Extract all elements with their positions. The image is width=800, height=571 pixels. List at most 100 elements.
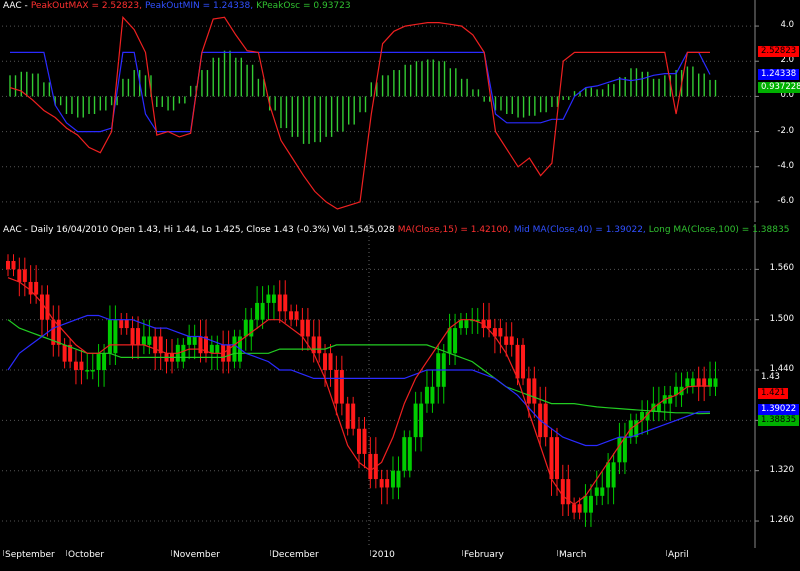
candle-body: [255, 302, 260, 320]
candle-body: [136, 328, 141, 345]
candle-body: [617, 437, 622, 463]
candle-body: [85, 370, 90, 372]
candle-body: [102, 353, 107, 371]
candle-body: [17, 269, 22, 282]
candle-body: [368, 453, 373, 480]
value-tag: 2.52823: [758, 46, 800, 58]
candle-body: [328, 353, 333, 371]
candle-body: [713, 378, 718, 387]
kpeak-label: KPeakOsc = 0.93723: [256, 1, 351, 11]
candle-body: [509, 336, 514, 345]
candle-body: [577, 504, 582, 513]
candle-body: [215, 344, 220, 354]
candle-body: [583, 495, 588, 513]
candle-body: [271, 294, 276, 303]
candle-body: [147, 336, 152, 345]
candle-body: [611, 462, 616, 488]
candle-body: [39, 294, 44, 320]
candle-body: [226, 344, 231, 362]
candle-body: [498, 328, 503, 337]
candle-body: [289, 311, 294, 320]
candle-body: [6, 260, 10, 270]
candle-body: [277, 294, 282, 312]
value-tag: 1.421: [758, 387, 789, 399]
candle-body: [192, 336, 197, 345]
candle-body: [532, 378, 537, 404]
price-chart: [2, 224, 759, 548]
peak-max-line: [9, 15, 710, 210]
candle-body: [73, 361, 78, 371]
candle-body: [357, 428, 361, 454]
y-tick-label: 1.320: [769, 464, 794, 475]
ma-long-label: Long MA(Close,100) = 1.38835: [648, 225, 790, 235]
x-tick-label: February: [464, 550, 504, 560]
candle-body: [181, 344, 186, 362]
candle-body: [402, 437, 407, 471]
x-axis-labels: September October November December 2010 Febr…: [0, 550, 800, 571]
candle-body: [351, 403, 356, 429]
x-tick-label: 2010: [372, 550, 395, 560]
y-tick-label: 1.260: [769, 515, 794, 526]
x-tick-label: November: [173, 550, 220, 560]
ma-long-line: [7, 319, 711, 415]
y-tick-label: -4.0: [777, 160, 794, 171]
candle-body: [260, 302, 265, 320]
candle-body: [243, 319, 248, 337]
candle-body: [153, 336, 158, 354]
price-header: AAC - Daily 16/04/2010 Open 1.43, Hi 1.4…: [3, 225, 792, 235]
candle-body: [622, 437, 627, 463]
ma-mid-label: Mid MA(Close,40) = 1.39022,: [513, 225, 646, 235]
candle-body: [407, 437, 412, 471]
candle-body: [323, 353, 328, 371]
x-tick-label: April: [668, 550, 689, 560]
value-tag: 0.937228: [758, 81, 800, 93]
ticker-label: AAC -: [3, 1, 28, 11]
candle-body: [119, 319, 124, 329]
candle-body: [294, 311, 299, 320]
candle-body: [209, 344, 214, 354]
candle-body: [504, 336, 509, 345]
candle-body: [339, 370, 344, 404]
candle-body: [345, 403, 350, 429]
y-tick-label: -6.0: [777, 195, 794, 206]
value-tag: 1.43: [758, 372, 783, 384]
candle-body: [130, 328, 135, 345]
value-tag: 1.24338: [758, 68, 800, 80]
candle-body: [379, 479, 384, 488]
price-pane: AAC - Daily 16/04/2010 Open 1.43, Hi 1.4…: [0, 224, 800, 548]
y-tick-label: -2.0: [777, 125, 794, 136]
candle-body: [283, 294, 288, 312]
candle-body: [600, 487, 605, 496]
candle-body: [266, 294, 271, 303]
price-info-label: AAC - Daily 16/04/2010 Open 1.43, Hi 1.4…: [3, 225, 395, 235]
candle-body: [96, 353, 101, 371]
candle-body: [141, 336, 146, 345]
candle-body: [362, 428, 367, 454]
candle-body: [594, 487, 599, 496]
value-tag: 1.39022: [758, 403, 800, 415]
candle-body: [305, 319, 310, 337]
candle-body: [606, 462, 611, 488]
peak-min-label: PeakOutMIN = 1.24338,: [144, 1, 254, 11]
y-tick-label: 4.0: [780, 20, 794, 31]
candle-body: [107, 319, 112, 354]
candle-body: [385, 479, 390, 488]
candle-body: [300, 319, 305, 337]
candle-body: [588, 495, 593, 513]
candle-body: [554, 437, 559, 480]
candle-body: [543, 403, 548, 438]
candle-body: [390, 470, 395, 488]
indicator-chart: [2, 0, 759, 222]
candle-body: [62, 344, 67, 362]
candle-body: [560, 479, 565, 505]
candle-body: [45, 294, 50, 320]
candle-body: [22, 269, 27, 282]
x-axis: September October November December 2010 Febr…: [0, 550, 800, 571]
y-tick-label: 1.560: [769, 263, 794, 274]
indicator-pane: AAC - PeakOutMAX = 2.52823, PeakOutMIN = 1…: [0, 0, 800, 222]
candle-body: [413, 403, 418, 438]
candle-body: [90, 370, 95, 372]
candle-body: [396, 470, 401, 488]
candle-body: [79, 361, 84, 371]
candle-body: [685, 378, 690, 387]
